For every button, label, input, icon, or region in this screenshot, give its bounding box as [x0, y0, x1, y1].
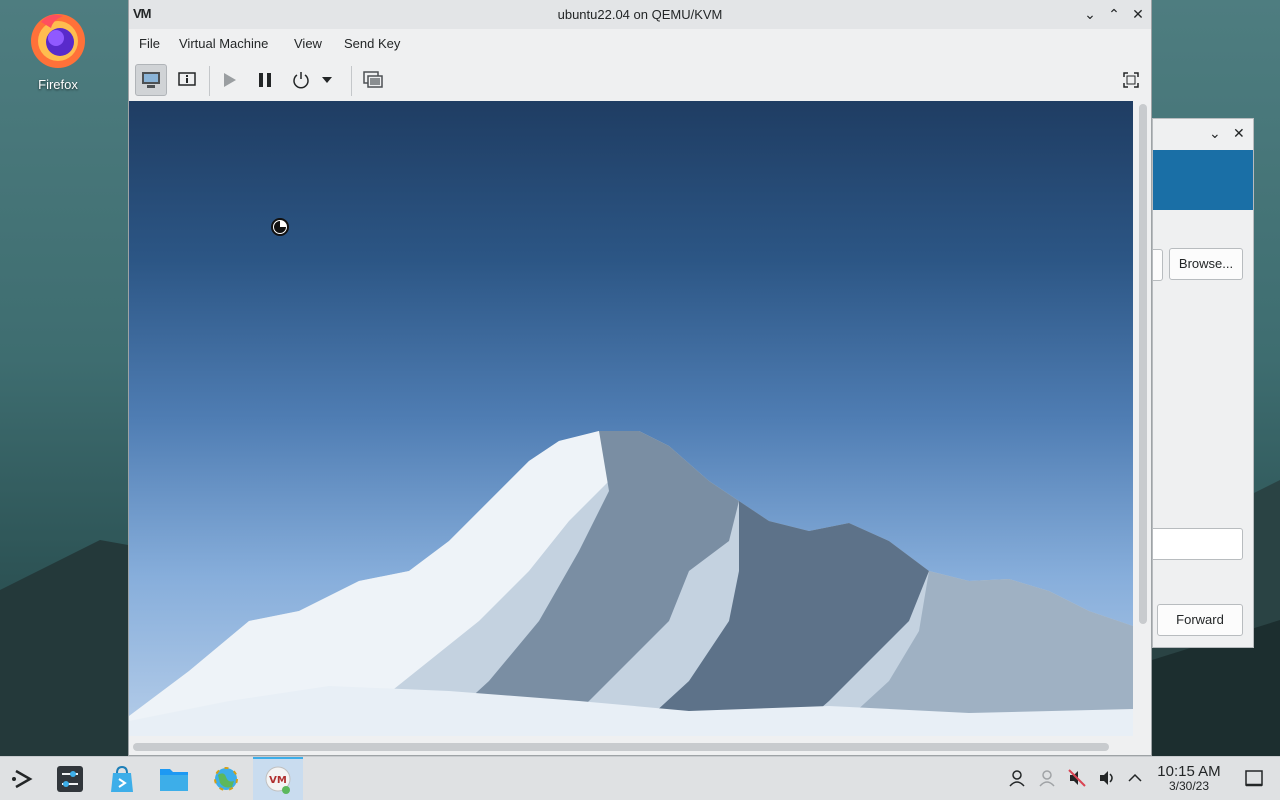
pause-button[interactable] — [249, 64, 281, 96]
virt-manager-icon: VM — [265, 766, 291, 794]
menu-file[interactable]: File — [139, 36, 160, 51]
text-field[interactable] — [1153, 528, 1243, 560]
svg-text:VM: VM — [269, 775, 287, 786]
taskbar-app-browser[interactable] — [208, 761, 244, 797]
user-icon[interactable] — [1008, 769, 1026, 791]
clock-time: 10:15 AM — [1157, 763, 1221, 780]
info-icon — [178, 72, 196, 86]
taskbar-app-virt-manager[interactable]: VM — [253, 757, 303, 800]
show-desktop-icon[interactable] — [1244, 768, 1264, 792]
snapshots-button[interactable] — [357, 64, 389, 96]
close-icon[interactable]: ✕ — [1129, 5, 1147, 23]
guest-display[interactable] — [129, 101, 1133, 736]
taskbar: VM 10:15 AM 3/30/23 — [0, 756, 1280, 800]
browse-button[interactable]: Browse... — [1169, 248, 1243, 280]
horizontal-scrollbar[interactable] — [133, 743, 1109, 751]
forward-button[interactable]: Forward — [1157, 604, 1243, 636]
shutdown-button[interactable] — [285, 64, 317, 96]
busy-cursor-icon — [271, 218, 289, 236]
window-titlebar[interactable]: VM ubuntu22.04 on QEMU/KVM ⌄ ⌃ ✕ — [129, 0, 1151, 29]
maximize-icon[interactable]: ⌃ — [1105, 5, 1123, 23]
play-icon — [224, 73, 236, 87]
shutdown-menu-button[interactable] — [317, 64, 337, 96]
console-icon — [142, 72, 160, 88]
desktop-icon-label: Firefox — [38, 77, 78, 92]
menubar: File Virtual Machine View Send Key — [129, 30, 1151, 58]
run-button[interactable] — [213, 64, 245, 96]
background-dialog: ⌄ ✕ Browse... Forward — [1152, 118, 1254, 648]
guest-wallpaper-mountain — [129, 431, 1133, 736]
fullscreen-icon — [1123, 72, 1139, 88]
digital-clock[interactable]: 10:15 AM 3/30/23 — [1152, 764, 1226, 794]
network-icon[interactable] — [1038, 769, 1056, 791]
vertical-scrollbar[interactable] — [1139, 104, 1147, 624]
desktop-icon-firefox[interactable]: Firefox — [18, 8, 98, 92]
toolbar — [129, 60, 1151, 100]
firefox-icon — [31, 14, 85, 68]
browser-icon — [214, 767, 238, 791]
dialog-banner — [1153, 150, 1253, 210]
snapshot-icon — [363, 71, 383, 88]
menu-send-key[interactable]: Send Key — [344, 36, 400, 51]
chevron-down-icon[interactable]: ⌄ — [1209, 125, 1221, 142]
minimize-icon[interactable]: ⌄ — [1081, 5, 1099, 23]
launcher-icon — [12, 769, 33, 789]
vm-window: VM ubuntu22.04 on QEMU/KVM ⌄ ⌃ ✕ File Vi… — [128, 0, 1152, 756]
source-combo[interactable] — [1153, 249, 1163, 281]
close-icon[interactable]: ✕ — [1233, 125, 1245, 142]
pause-icon — [259, 73, 271, 87]
toolbar-separator — [209, 66, 210, 96]
console-button[interactable] — [135, 64, 167, 96]
application-launcher[interactable] — [4, 761, 40, 797]
taskbar-app-settings[interactable] — [52, 761, 88, 797]
menu-view[interactable]: View — [294, 36, 322, 51]
discover-icon — [111, 765, 133, 792]
muted-icon[interactable] — [1068, 769, 1086, 791]
window-title: ubuntu22.04 on QEMU/KVM — [557, 7, 723, 22]
taskbar-app-discover[interactable] — [104, 761, 140, 797]
settings-icon — [57, 766, 83, 792]
taskbar-app-files[interactable] — [156, 761, 192, 797]
fullscreen-button[interactable] — [1115, 64, 1147, 96]
expand-tray-icon[interactable] — [1128, 769, 1142, 791]
clock-date: 3/30/23 — [1168, 779, 1210, 793]
files-icon — [160, 769, 188, 791]
toolbar-separator — [351, 66, 352, 96]
background-dialog-titlebar: ⌄ ✕ — [1153, 119, 1253, 149]
power-icon — [293, 72, 309, 89]
menu-virtual-machine[interactable]: Virtual Machine — [179, 36, 268, 51]
volume-icon[interactable] — [1098, 769, 1116, 791]
dropdown-icon — [322, 77, 332, 83]
details-button[interactable] — [171, 64, 203, 96]
